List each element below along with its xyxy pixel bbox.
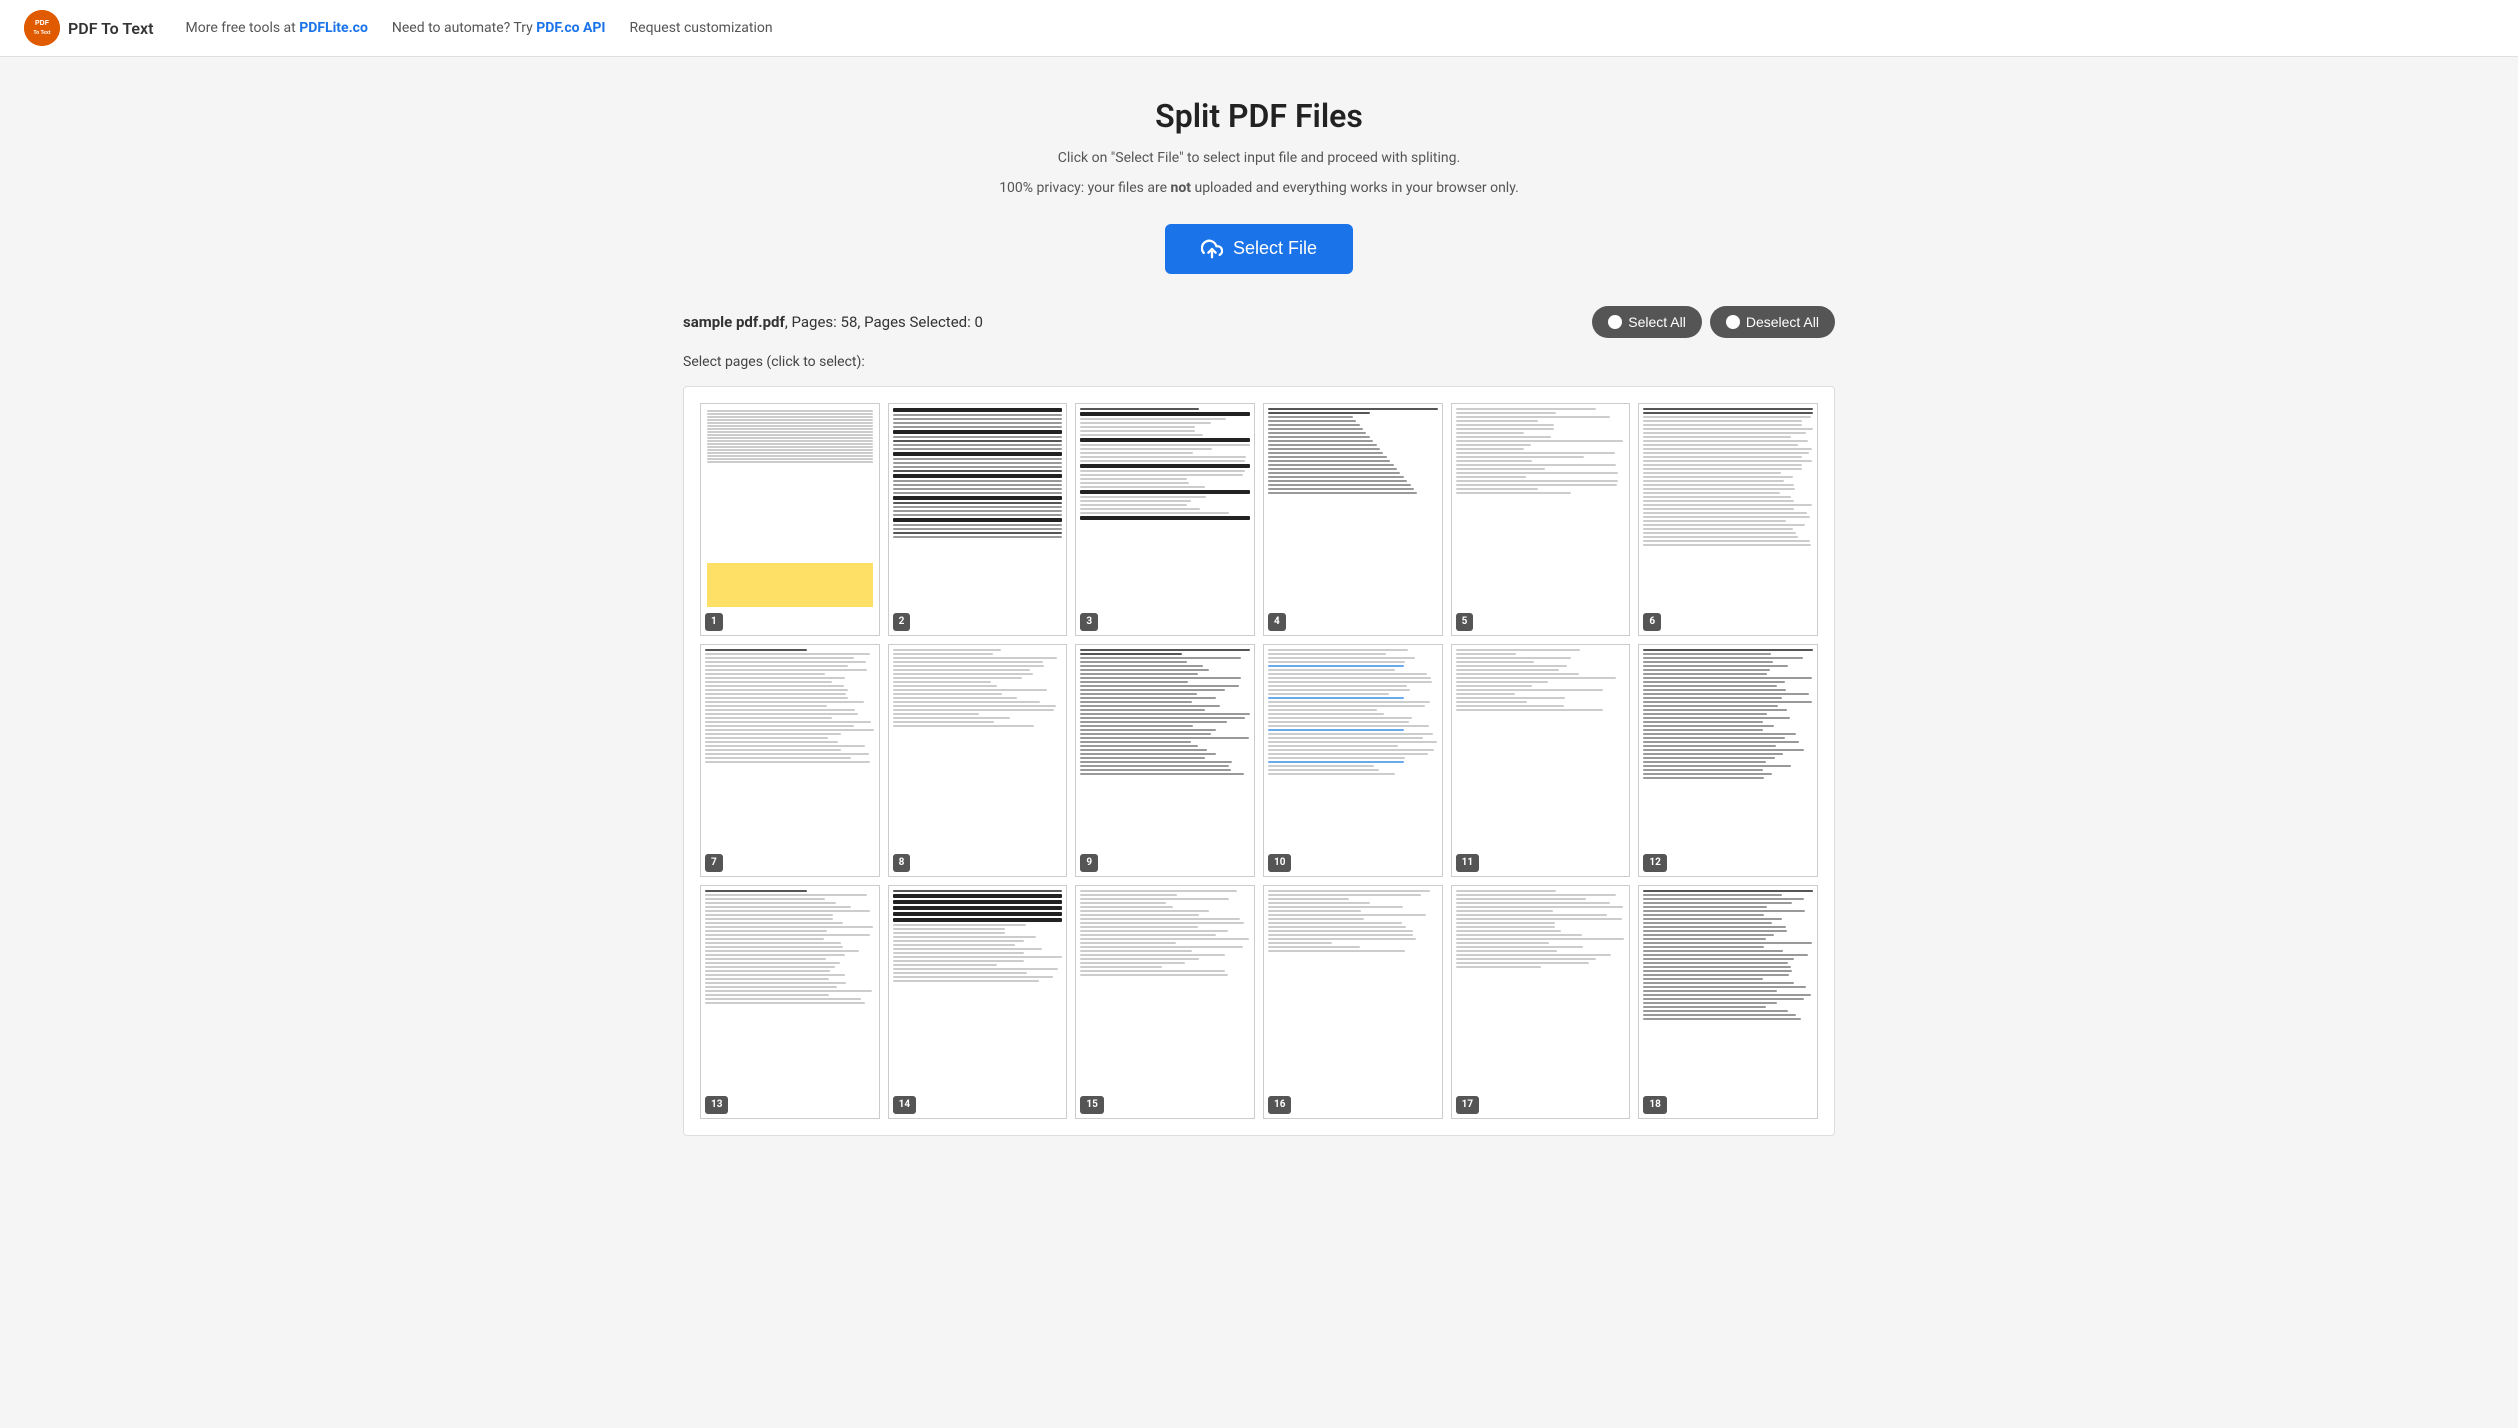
page-number-badge: 10 <box>1268 854 1291 872</box>
page-number-badge: 4 <box>1268 613 1286 631</box>
logo-icon: PDF To Text <box>24 10 60 46</box>
file-info: sample pdf.pdf, Pages: 58, Pages Selecte… <box>683 313 983 331</box>
page-thumb[interactable]: 16 <box>1263 885 1443 1118</box>
pages-count: 58 <box>841 313 858 331</box>
page-number-badge: 14 <box>893 1096 916 1114</box>
page-thumb[interactable]: 1 <box>700 403 880 636</box>
check-icon <box>1608 315 1622 329</box>
page-thumb-content <box>1076 645 1254 876</box>
page-thumb-content <box>1452 645 1630 876</box>
file-info-bar: sample pdf.pdf, Pages: 58, Pages Selecte… <box>683 306 1835 338</box>
page-thumb[interactable]: 11 <box>1451 644 1631 877</box>
svg-text:PDF: PDF <box>35 20 50 27</box>
nav-api[interactable]: Need to automate? Try PDF.co API <box>392 20 606 36</box>
page-thumb-content <box>1264 645 1442 876</box>
site-header: PDF To Text PDF To Text More free tools … <box>0 0 2518 57</box>
nav-api-link[interactable]: PDF.co API <box>536 20 605 36</box>
page-thumb-content <box>1264 404 1442 635</box>
page-thumb[interactable]: 6 <box>1638 403 1818 636</box>
page-thumb[interactable]: 18 <box>1638 885 1818 1118</box>
deselect-all-button[interactable]: Deselect All <box>1710 306 1835 338</box>
page-thumb[interactable]: 3 <box>1075 403 1255 636</box>
page-thumb-content <box>1452 404 1630 635</box>
x-circle-icon <box>1726 315 1740 329</box>
page-number-badge: 9 <box>1080 854 1098 872</box>
select-all-label: Select All <box>1628 314 1686 330</box>
page-thumb[interactable]: 10 <box>1263 644 1443 877</box>
page-thumb-content <box>701 645 879 876</box>
page-thumb-content <box>889 404 1067 635</box>
page-thumb[interactable]: 17 <box>1451 885 1631 1118</box>
page-thumb[interactable]: 15 <box>1075 885 1255 1118</box>
subtitle-2-prefix: 100% privacy: your files are <box>999 180 1170 196</box>
nav-links: More free tools at PDFLite.co Need to au… <box>186 20 2494 36</box>
page-thumb[interactable]: 14 <box>888 885 1068 1118</box>
nav-pdflite-link[interactable]: PDFLite.co <box>299 20 368 36</box>
upload-icon <box>1201 238 1223 260</box>
subtitle-2-bold: not <box>1171 180 1192 196</box>
page-number-badge: 2 <box>893 613 911 631</box>
nav-custom[interactable]: Request customization <box>630 20 773 36</box>
page-thumb-content <box>1452 886 1630 1117</box>
logo[interactable]: PDF To Text PDF To Text <box>24 10 154 46</box>
page-thumb-content <box>1639 404 1817 635</box>
nav-pdflite[interactable]: More free tools at PDFLite.co <box>186 20 368 36</box>
page-thumb-content <box>1264 886 1442 1117</box>
page-thumb-content <box>1076 404 1254 635</box>
page-thumb[interactable]: 7 <box>700 644 880 877</box>
page-number-badge: 6 <box>1643 613 1661 631</box>
page-thumb[interactable]: 13 <box>700 885 880 1118</box>
page-number-badge: 13 <box>705 1096 728 1114</box>
select-all-button[interactable]: Select All <box>1592 306 1702 338</box>
subtitle-2: 100% privacy: your files are not uploade… <box>683 177 1835 199</box>
page-thumb-content <box>1639 886 1817 1117</box>
page-thumb-content <box>701 404 879 635</box>
page-thumb[interactable]: 5 <box>1451 403 1631 636</box>
page-number-badge: 7 <box>705 854 723 872</box>
page-number-badge: 18 <box>1643 1096 1666 1114</box>
page-number-badge: 8 <box>893 854 911 872</box>
deselect-all-label: Deselect All <box>1746 314 1819 330</box>
subtitle-2-suffix: uploaded and everything works in your br… <box>1191 180 1519 196</box>
page-thumb-content <box>889 886 1067 1117</box>
page-number-badge: 12 <box>1643 854 1666 872</box>
subtitle-1: Click on "Select File" to select input f… <box>683 147 1835 169</box>
page-thumb[interactable]: 12 <box>1638 644 1818 877</box>
page-thumb-content <box>701 886 879 1117</box>
page-number-badge: 15 <box>1080 1096 1103 1114</box>
main-content: Split PDF Files Click on "Select File" t… <box>659 57 1859 1176</box>
svg-text:To Text: To Text <box>33 30 50 36</box>
page-number-badge: 16 <box>1268 1096 1291 1114</box>
pages-grid: 1 2 3 4 5 <box>683 386 1835 1136</box>
page-thumb-content <box>1076 886 1254 1117</box>
select-file-label: Select File <box>1233 238 1317 259</box>
page-number-badge: 17 <box>1456 1096 1479 1114</box>
filename: sample pdf.pdf <box>683 313 785 331</box>
selected-count: 0 <box>975 313 983 331</box>
page-thumb[interactable]: 9 <box>1075 644 1255 877</box>
select-pages-label: Select pages (click to select): <box>683 354 1835 370</box>
page-number-badge: 5 <box>1456 613 1474 631</box>
page-number-badge: 3 <box>1080 613 1098 631</box>
page-thumb[interactable]: 4 <box>1263 403 1443 636</box>
page-thumb-content <box>1639 645 1817 876</box>
pages-label: Pages: <box>792 313 837 331</box>
selected-label: Pages Selected: <box>864 313 971 331</box>
logo-text: PDF To Text <box>68 19 154 38</box>
page-thumb-content <box>889 645 1067 876</box>
page-thumb[interactable]: 8 <box>888 644 1068 877</box>
action-buttons: Select All Deselect All <box>1592 306 1835 338</box>
page-number-badge: 11 <box>1456 854 1479 872</box>
page-title: Split PDF Files <box>683 97 1835 135</box>
page-thumb[interactable]: 2 <box>888 403 1068 636</box>
page-number-badge: 1 <box>705 613 723 631</box>
select-file-button[interactable]: Select File <box>1165 224 1353 274</box>
